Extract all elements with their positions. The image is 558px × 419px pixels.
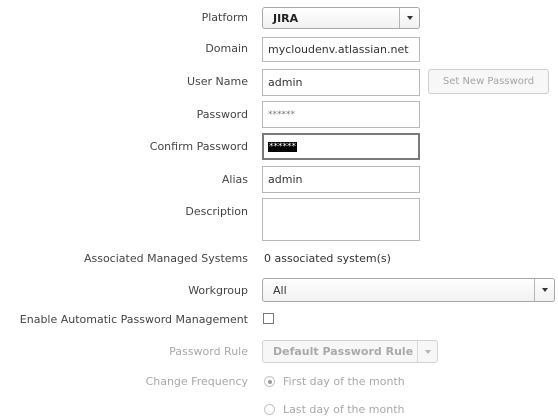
- change-frequency-option-first-label: First day of the month: [283, 375, 405, 388]
- change-frequency-option-last[interactable]: Last day of the month: [264, 403, 405, 416]
- radio-dot-icon: [267, 379, 272, 384]
- confirm-password-label: Confirm Password: [149, 140, 248, 153]
- alias-input[interactable]: admin: [262, 166, 420, 193]
- platform-selected-value: JIRA: [273, 11, 299, 25]
- workgroup-label: Workgroup: [188, 284, 248, 297]
- platform-select[interactable]: JIRA: [262, 7, 420, 29]
- set-new-password-button[interactable]: Set New Password: [428, 69, 549, 94]
- change-frequency-label: Change Frequency: [145, 375, 248, 388]
- associated-systems-value: 0 associated system(s): [264, 252, 391, 265]
- workgroup-select[interactable]: All: [262, 278, 555, 302]
- workgroup-selected-value: All: [273, 283, 287, 297]
- chevron-down-icon: [541, 288, 548, 292]
- password-rule-select[interactable]: Default Password Rule: [262, 340, 438, 363]
- username-label: User Name: [186, 75, 248, 88]
- associated-systems-label: Associated Managed Systems: [83, 252, 248, 265]
- chevron-down-icon: [406, 16, 413, 20]
- radio-selected-icon[interactable]: [264, 376, 275, 387]
- confirm-password-input[interactable]: ******: [262, 133, 420, 160]
- change-frequency-option-first[interactable]: First day of the month: [264, 375, 405, 388]
- domain-label: Domain: [205, 42, 248, 55]
- password-rule-selected-value: Default Password Rule: [273, 345, 414, 358]
- auto-password-label: Enable Automatic Password Management: [19, 313, 248, 326]
- description-textarea[interactable]: [262, 198, 420, 241]
- domain-input[interactable]: mycloudenv.atlassian.net: [262, 37, 420, 62]
- password-input[interactable]: ******: [262, 101, 420, 128]
- radio-unselected-icon[interactable]: [264, 404, 275, 415]
- password-label: Password: [196, 108, 248, 121]
- auto-password-checkbox[interactable]: [263, 313, 274, 324]
- platform-dropdown-button[interactable]: [399, 8, 419, 28]
- confirm-password-selected-value: ******: [268, 141, 297, 152]
- username-input[interactable]: admin: [262, 69, 420, 96]
- password-masked-value: ******: [268, 109, 295, 120]
- platform-label: Platform: [201, 11, 248, 24]
- password-rule-label: Password Rule: [169, 345, 248, 358]
- password-rule-dropdown-button[interactable]: [417, 341, 437, 362]
- change-frequency-option-last-label: Last day of the month: [283, 403, 405, 416]
- workgroup-dropdown-button[interactable]: [534, 279, 554, 301]
- description-label: Description: [185, 205, 248, 218]
- chevron-down-icon: [424, 349, 431, 354]
- alias-label: Alias: [221, 173, 248, 186]
